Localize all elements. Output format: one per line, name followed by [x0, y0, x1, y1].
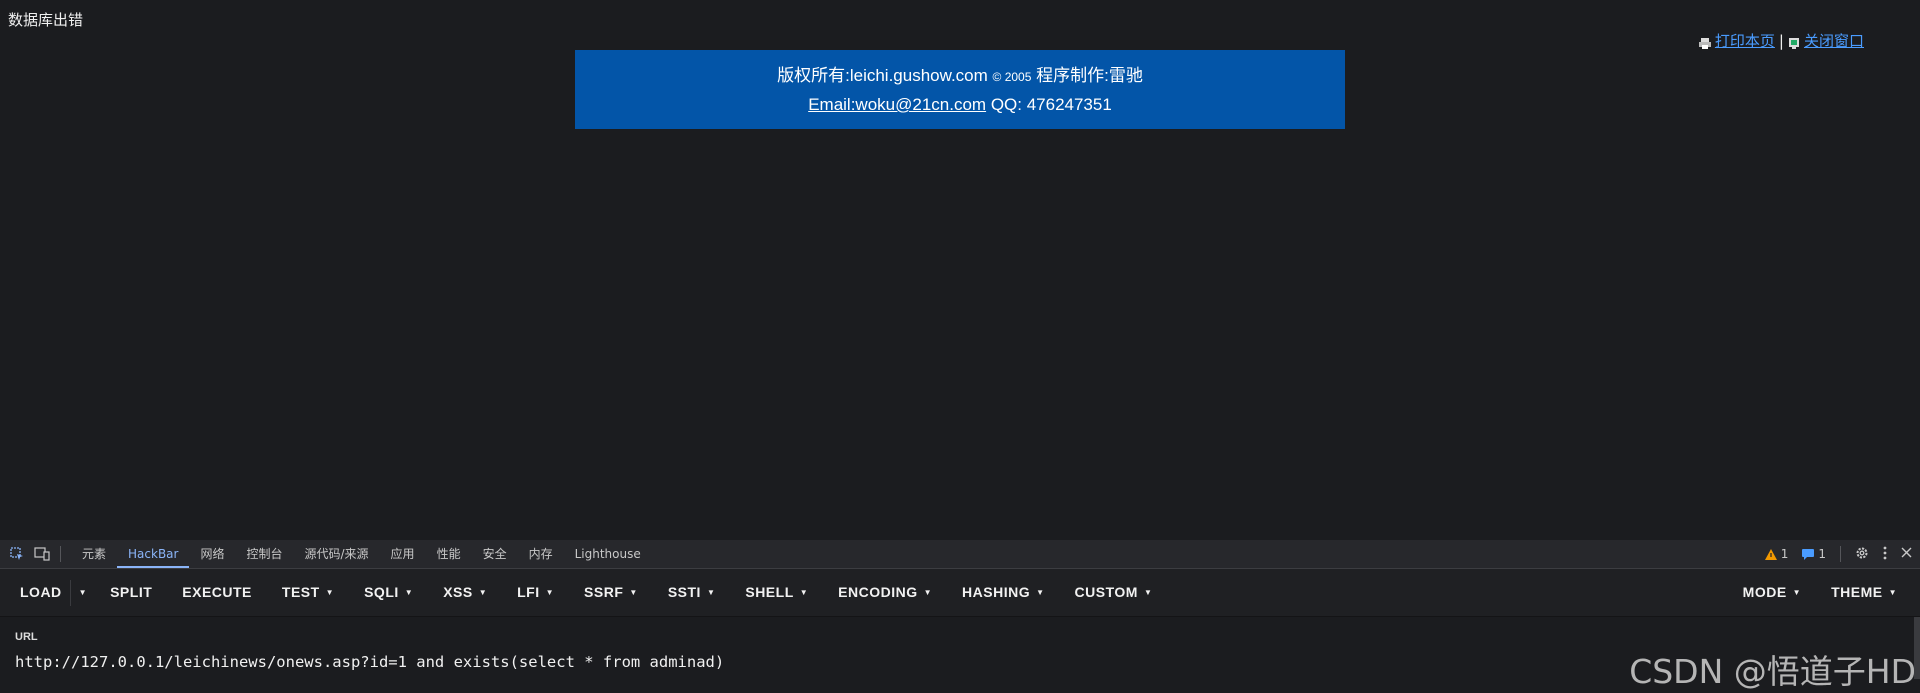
toolbar-divider	[1840, 546, 1841, 562]
theme-menu[interactable]: THEME ▼	[1816, 569, 1912, 616]
test-menu[interactable]: TEST ▼	[267, 569, 349, 616]
copyright-text: 版权所有:leichi.gushow.com	[777, 66, 988, 85]
theme-menu-label: THEME	[1831, 584, 1883, 600]
print-page-link[interactable]: 打印本页	[1715, 30, 1775, 51]
chevron-down-icon: ▼	[629, 588, 638, 597]
tab-hackbar[interactable]: HackBar	[117, 540, 190, 568]
custom-menu[interactable]: CUSTOM ▼	[1060, 569, 1168, 616]
warnings-badge[interactable]: 1	[1764, 547, 1789, 561]
ssti-menu-label: SSTI	[667, 584, 701, 600]
encoding-menu[interactable]: ENCODING ▼	[823, 569, 947, 616]
chevron-down-icon: ▼	[478, 588, 488, 597]
link-separator: |	[1778, 31, 1784, 50]
ssti-menu[interactable]: SSTI ▼	[653, 569, 731, 616]
chevron-down-icon: ▼	[1792, 588, 1802, 597]
lfi-menu[interactable]: LFI ▼	[502, 569, 569, 616]
tab-console[interactable]: 控制台	[235, 540, 293, 568]
message-icon	[1802, 548, 1815, 560]
chevron-down-icon: ▼	[325, 588, 335, 597]
copyright-year: © 2005	[992, 70, 1032, 84]
hackbar-body: URL http://127.0.0.1/leichinews/onews.as…	[0, 617, 1920, 691]
tab-elements[interactable]: 元素	[71, 540, 117, 568]
xss-menu-label: XSS	[443, 584, 473, 600]
load-dropdown-caret[interactable]: ▼	[69, 579, 95, 606]
close-window-icon	[1788, 35, 1800, 49]
web-page: 数据库出错 打印本页 | 关闭窗口 版权所有:leichi.gushow.com…	[0, 0, 1920, 540]
url-label: URL	[15, 631, 38, 643]
email-link[interactable]: Email:woku@21cn.com	[808, 95, 986, 114]
csdn-watermark: CSDN @悟道子HD	[1629, 652, 1916, 691]
tab-network[interactable]: 网络	[189, 540, 235, 568]
chevron-down-icon: ▼	[923, 588, 933, 597]
tab-sources[interactable]: 源代码/来源	[294, 540, 380, 568]
chevron-down-icon: ▼	[1888, 588, 1897, 597]
database-error-text: 数据库出错	[8, 11, 84, 29]
encoding-menu-label: ENCODING	[838, 584, 918, 600]
more-options-icon[interactable]	[1883, 546, 1887, 563]
copyright-banner: 版权所有:leichi.gushow.com © 2005 程序制作:雷驰 Em…	[575, 50, 1345, 129]
mode-menu[interactable]: MODE ▼	[1728, 569, 1816, 616]
messages-count: 1	[1818, 547, 1826, 561]
chevron-down-icon: ▼	[799, 588, 809, 597]
execute-button[interactable]: EXECUTE	[167, 569, 267, 616]
chevron-down-icon: ▼	[1036, 588, 1045, 597]
ssrf-menu-label: SSRF	[584, 584, 624, 600]
hackbar-right-menus: MODE ▼ THEME ▼	[1728, 569, 1912, 616]
printer-icon	[1698, 35, 1711, 49]
warnings-count: 1	[1780, 547, 1789, 561]
load-button[interactable]: LOAD	[0, 569, 70, 616]
vertical-scrollbar[interactable]	[1914, 617, 1920, 679]
hackbar-toolbar: LOAD ▼ SPLIT EXECUTE TEST ▼ SQLI ▼ XSS ▼ LF…	[0, 569, 1920, 617]
close-devtools-icon[interactable]	[1901, 547, 1912, 561]
chevron-down-icon: ▼	[1143, 588, 1153, 597]
messages-badge[interactable]: 1	[1802, 547, 1826, 561]
custom-menu-label: CUSTOM	[1074, 584, 1138, 600]
tab-memory[interactable]: 内存	[518, 540, 564, 568]
tab-security[interactable]: 安全	[472, 540, 518, 568]
shell-menu[interactable]: SHELL ▼	[730, 569, 823, 616]
top-links: 打印本页 | 关闭窗口	[1698, 30, 1864, 51]
qq-text: QQ: 476247351	[990, 95, 1112, 114]
split-button[interactable]: SPLIT	[95, 569, 167, 616]
inspect-element-icon[interactable]	[9, 546, 25, 562]
chevron-down-icon: ▼	[404, 588, 414, 597]
devtools-tab-bar: 元素 HackBar 网络 控制台 源代码/来源 应用 性能 安全 内存 Lig…	[0, 540, 1920, 569]
mode-menu-label: MODE	[1742, 584, 1787, 600]
hashing-menu[interactable]: HASHING ▼	[947, 569, 1059, 616]
author-text: 程序制作:雷驰	[1036, 66, 1143, 85]
test-menu-label: TEST	[281, 584, 320, 600]
close-window-link[interactable]: 关闭窗口	[1804, 30, 1864, 51]
tab-lighthouse[interactable]: Lighthouse	[564, 540, 652, 568]
warning-icon	[1764, 548, 1777, 560]
xss-menu[interactable]: XSS ▼	[428, 569, 502, 616]
device-toolbar-icon[interactable]	[34, 546, 50, 562]
sqli-menu[interactable]: SQLI ▼	[349, 569, 428, 616]
url-input[interactable]: http://127.0.0.1/leichinews/onews.asp?id…	[15, 653, 724, 671]
lfi-menu-label: LFI	[517, 584, 540, 600]
toolbar-divider	[60, 546, 61, 562]
ssrf-menu[interactable]: SSRF ▼	[569, 569, 653, 616]
chevron-down-icon: ▼	[545, 588, 555, 597]
shell-menu-label: SHELL	[745, 584, 794, 600]
settings-gear-icon[interactable]	[1855, 546, 1869, 563]
devtools-right-controls: 1 1	[1764, 540, 1912, 568]
chevron-down-icon: ▼	[706, 588, 716, 597]
hashing-menu-label: HASHING	[962, 584, 1031, 600]
devtools-panel: 元素 HackBar 网络 控制台 源代码/来源 应用 性能 安全 内存 Lig…	[0, 540, 1920, 691]
tab-application[interactable]: 应用	[380, 540, 426, 568]
sqli-menu-label: SQLI	[364, 584, 399, 600]
tab-performance[interactable]: 性能	[426, 540, 472, 568]
